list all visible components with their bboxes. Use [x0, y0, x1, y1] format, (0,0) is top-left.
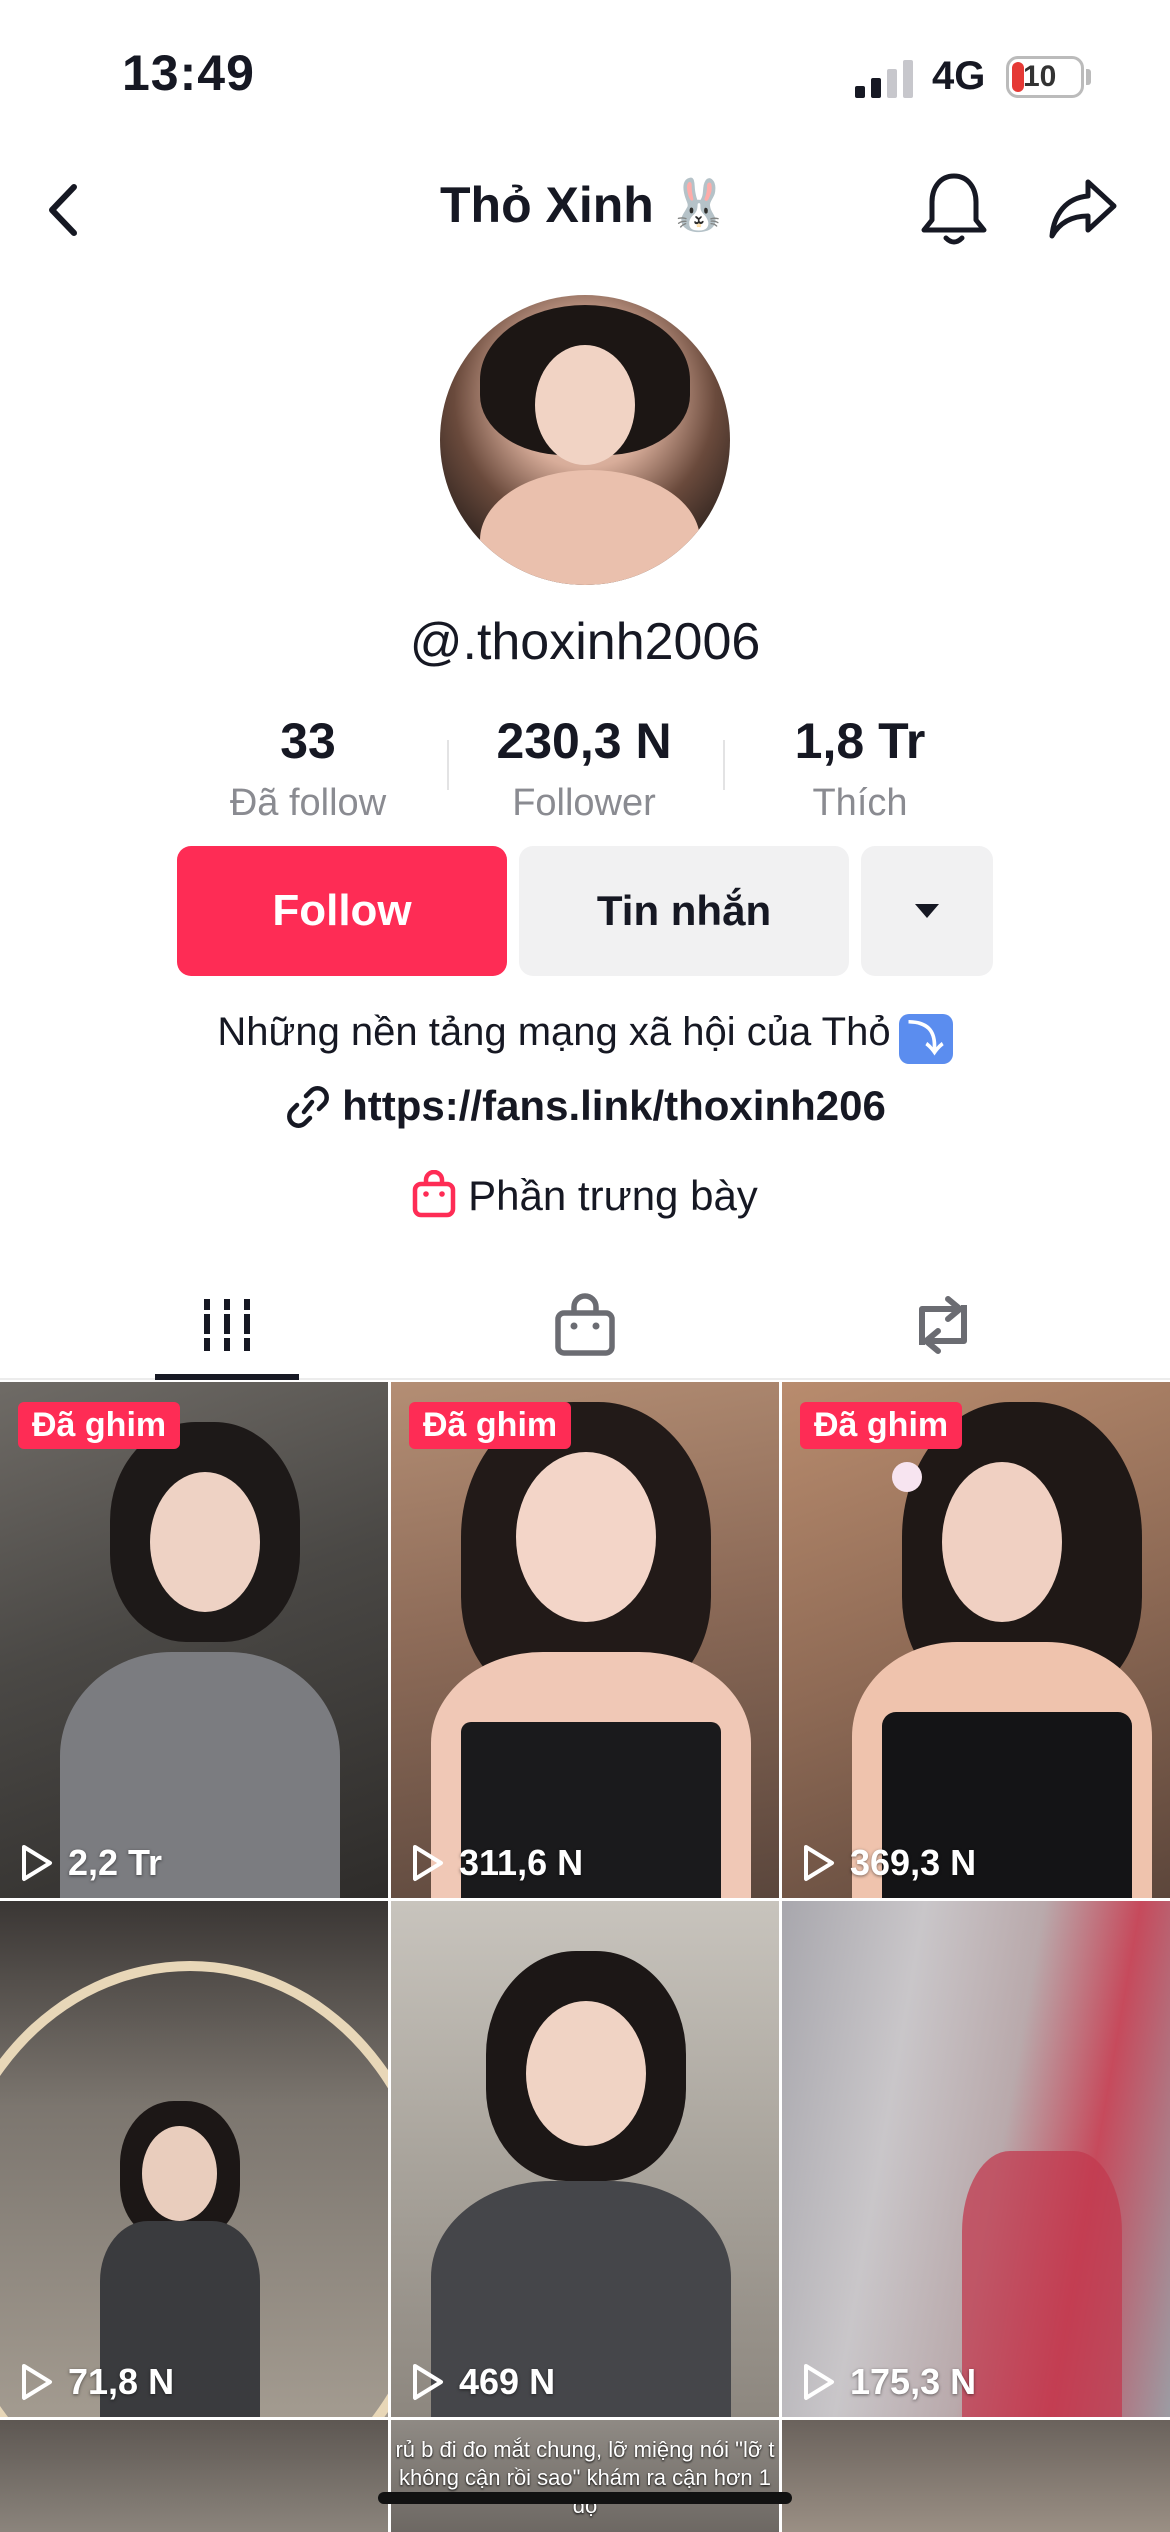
tab-videos[interactable] [32, 1270, 422, 1380]
stat-divider [447, 740, 449, 790]
bell-icon[interactable] [918, 168, 990, 248]
repost-icon [919, 1296, 967, 1354]
video-tile[interactable] [782, 2420, 1170, 2532]
stat-value: 230,3 N [496, 713, 672, 769]
battery-tip [1086, 69, 1091, 85]
signal-icon [855, 60, 913, 98]
bio: Những nền tảng mạng xã hội của Thỏ ⤵ [0, 1010, 1170, 1064]
view-count-text: 175,3 N [850, 2361, 977, 2402]
tab-reposts[interactable] [748, 1270, 1138, 1380]
play-icon [804, 2364, 834, 2400]
home-indicator[interactable] [378, 2492, 792, 2504]
arrow-down-emoji-icon: ⤵ [898, 1014, 953, 1064]
caret-down-icon [915, 904, 939, 918]
page-title: Thỏ Xinh 🐰 [440, 177, 730, 233]
follow-button[interactable]: Follow [177, 846, 507, 976]
view-count: 311,6 N [407, 1842, 583, 1884]
view-count: 369,3 N [798, 1842, 976, 1884]
play-icon [413, 2364, 443, 2400]
more-options-button[interactable] [861, 846, 993, 976]
play-icon [804, 1845, 834, 1881]
share-icon[interactable] [1048, 176, 1120, 240]
username: @.thoxinh2006 [409, 613, 761, 671]
bio-text: Những nền tảng mạng xã hội của Thỏ [217, 1010, 891, 1054]
shopping-bag-icon [412, 1170, 456, 1218]
view-count: 2,2 Tr [16, 1842, 162, 1884]
video-tile[interactable]: rủ b đi đo mắt chung, lỡ miệng nói "lỡ t… [391, 2420, 779, 2532]
video-caption: rủ b đi đo mắt chung, lỡ miệng nói "lỡ t… [395, 2437, 775, 2518]
showcase-label: Phần trưng bày [468, 1172, 758, 1219]
link-text: https://fans.link/thoxinh206 [342, 1082, 886, 1129]
battery-icon: 10 [1006, 56, 1084, 98]
play-icon [413, 1845, 443, 1881]
video-tile[interactable]: 469 N [391, 1901, 779, 2417]
view-count-text: 2,2 Tr [68, 1842, 163, 1883]
pinned-badge: Đã ghim [409, 1402, 572, 1449]
active-tab-indicator [155, 1374, 299, 1380]
play-icon [22, 2364, 52, 2400]
view-count: 175,3 N [798, 2361, 976, 2403]
message-button[interactable]: Tin nhắn [519, 846, 849, 976]
stat-divider [723, 740, 725, 790]
video-tile[interactable]: Đã ghim 311,6 N [391, 1382, 779, 1898]
grid-icon [199, 1299, 255, 1351]
stat-followers[interactable]: 230,3 N Follower [474, 712, 694, 825]
status-time: 13:49 [122, 45, 255, 101]
play-icon [22, 1845, 52, 1881]
view-count-text: 311,6 N [459, 1842, 584, 1883]
stat-label: Đã follow [229, 782, 387, 824]
view-count-text: 369,3 N [850, 1842, 977, 1883]
network-type: 4G [932, 54, 986, 98]
link-icon [287, 1086, 330, 1128]
avatar[interactable] [440, 295, 730, 585]
video-tile[interactable] [0, 2420, 388, 2532]
pinned-badge: Đã ghim [18, 1402, 181, 1449]
showcase-link[interactable]: Phần trưng bày [0, 1170, 1170, 1220]
profile-link[interactable]: https://fans.link/thoxinh206 [0, 1082, 1170, 1130]
video-tile[interactable]: Đã ghim 2,2 Tr [0, 1382, 388, 1898]
view-count-text: 71,8 N [68, 2361, 175, 2402]
pinned-badge: Đã ghim [800, 1402, 963, 1449]
top-nav: Thỏ Xinh 🐰 [0, 150, 1170, 270]
tab-shop[interactable] [390, 1270, 780, 1380]
stat-label: Follower [512, 782, 656, 824]
stat-value: 1,8 Tr [794, 713, 926, 769]
view-count: 71,8 N [16, 2361, 174, 2403]
status-bar: 13:49 4G 10 [0, 0, 1170, 150]
stat-likes[interactable]: 1,8 Tr Thích [750, 712, 970, 825]
view-count: 469 N [407, 2361, 555, 2403]
stat-value: 33 [280, 713, 336, 769]
stat-label: Thích [812, 782, 908, 824]
video-tile[interactable]: 71,8 N [0, 1901, 388, 2417]
profile-stats: 33 Đã follow 230,3 N Follower 1,8 Tr Thí… [0, 712, 1170, 825]
view-count-text: 469 N [459, 2361, 556, 2402]
video-tile[interactable]: 175,3 N [782, 1901, 1170, 2417]
content-tabs [0, 1270, 1170, 1380]
video-tile[interactable]: Đã ghim 369,3 N [782, 1382, 1170, 1898]
shop-bag-icon [555, 1293, 615, 1356]
stat-following[interactable]: 33 Đã follow [198, 712, 418, 825]
battery-level: 10 [1023, 60, 1057, 93]
